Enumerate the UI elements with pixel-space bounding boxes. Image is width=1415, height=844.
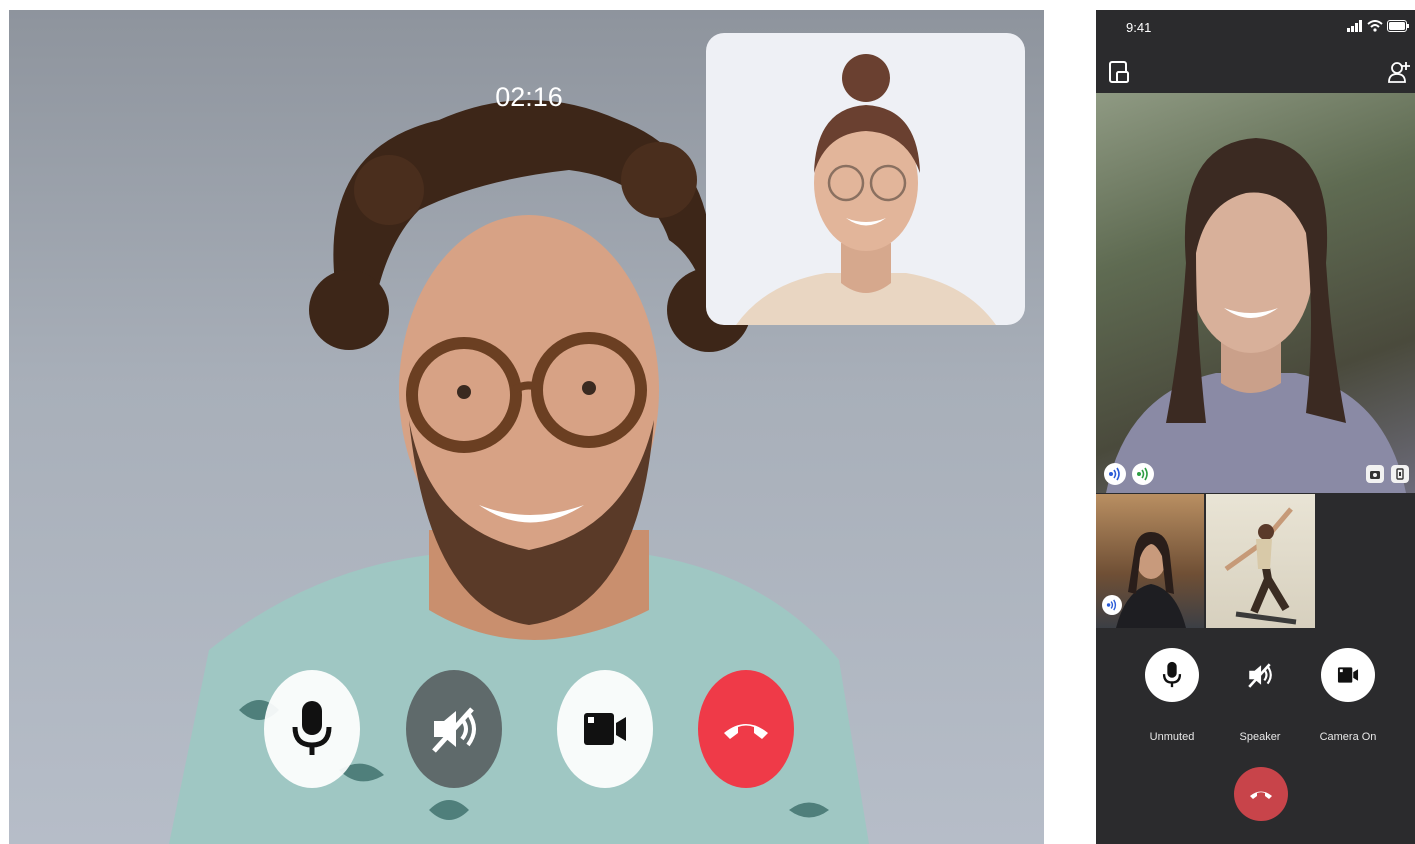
signal-icon [1347, 20, 1362, 32]
microphone-icon [1162, 661, 1182, 688]
camera-toggle-button[interactable] [1321, 648, 1375, 702]
pip-participant [736, 54, 996, 325]
participant-tile[interactable] [1096, 494, 1204, 628]
switch-camera-button[interactable] [1366, 465, 1384, 483]
camera-toggle-button[interactable] [557, 670, 653, 788]
self-view-video[interactable] [706, 33, 1025, 325]
switch-camera-icon [1370, 471, 1380, 479]
picture-in-picture-icon[interactable] [1108, 60, 1130, 84]
speaking-blue-icon [1106, 599, 1117, 611]
add-participant-icon[interactable] [1387, 60, 1411, 84]
mobile-call-controls: Unmuted Speaker Camera On [1096, 642, 1415, 752]
status-bar: 9:41 [1096, 10, 1415, 50]
flashlight-icon [1396, 468, 1404, 480]
microphone-icon [292, 701, 332, 755]
status-time: 9:41 [1126, 20, 1152, 35]
phone-hangup-icon [1250, 791, 1272, 799]
battery-icon [1387, 20, 1409, 32]
status-icons [1347, 19, 1409, 33]
mute-microphone-button[interactable] [264, 670, 360, 788]
mic-label: Unmuted [1149, 731, 1195, 743]
mute-microphone-button[interactable] [1145, 648, 1199, 702]
video-camera-icon [1337, 667, 1359, 683]
speaking-blue-icon [1109, 467, 1120, 481]
participant-tiles [1096, 494, 1415, 628]
speaker-toggle-button[interactable] [406, 670, 502, 788]
speaker-muted-icon [432, 707, 476, 753]
desktop-call-controls [264, 670, 794, 790]
wifi-icon [1367, 20, 1383, 32]
audio-indicator-badge [1104, 463, 1126, 485]
audio-level-badge [1132, 463, 1154, 485]
mobile-call-view: 9:41 Unmuted Speaker Camera On [1096, 10, 1415, 844]
speaker-toggle-button[interactable] [1233, 648, 1287, 702]
camera-label: Camera On [1319, 731, 1377, 743]
main-participant-illustration [1106, 138, 1406, 493]
desktop-call-view: 02:16 [9, 10, 1044, 844]
call-timer: 02:16 [495, 82, 563, 112]
video-camera-icon [584, 713, 626, 745]
speaker-muted-icon [1248, 663, 1272, 688]
mobile-top-bar [1096, 54, 1415, 92]
flashlight-button[interactable] [1391, 465, 1409, 483]
end-call-button[interactable] [1234, 767, 1288, 821]
participant-tile[interactable] [1206, 494, 1315, 628]
main-participant-video[interactable] [1096, 93, 1415, 493]
speaking-green-icon [1137, 467, 1148, 481]
audio-indicator-badge [1102, 595, 1122, 615]
speaker-label: Speaker [1239, 731, 1281, 743]
phone-hangup-icon [724, 724, 768, 739]
end-call-button[interactable] [698, 670, 794, 788]
participant-illustration [1224, 507, 1297, 625]
